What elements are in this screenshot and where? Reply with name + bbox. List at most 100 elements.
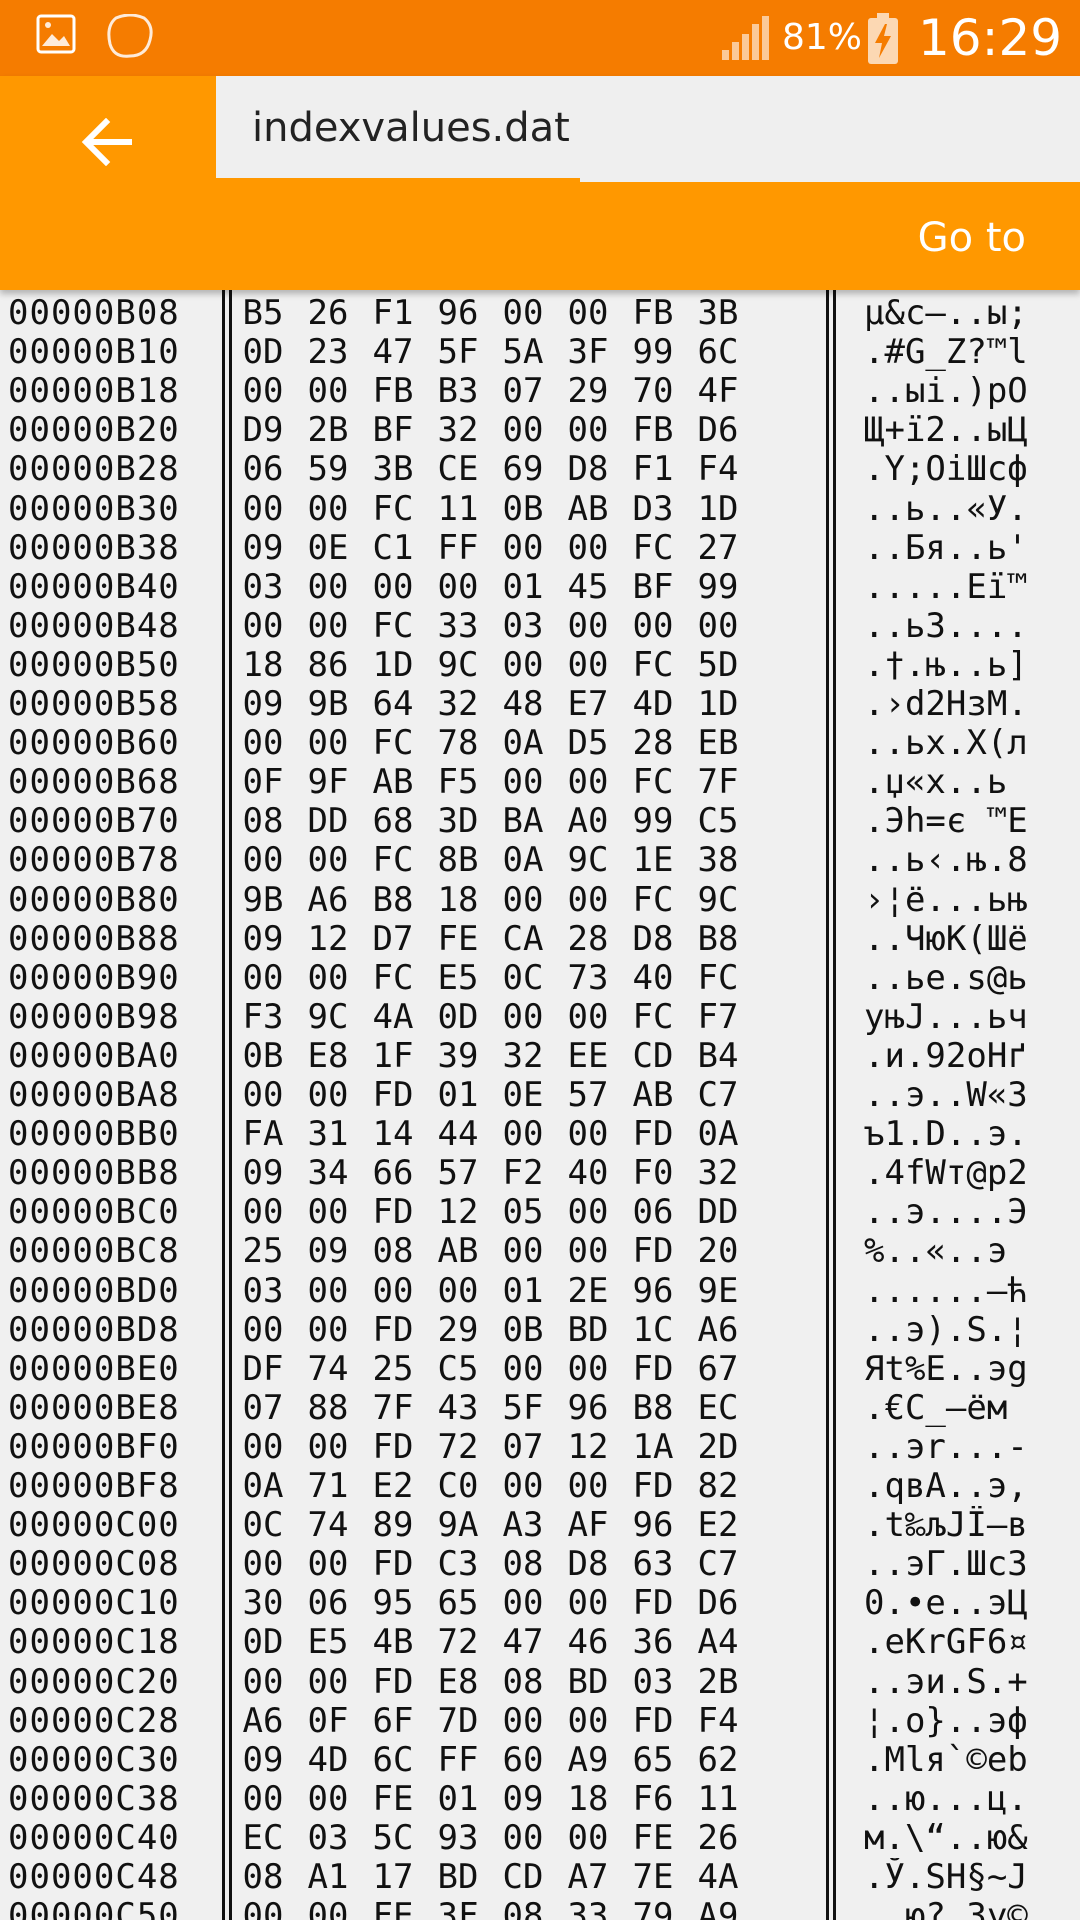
hex-byte[interactable]: 89: [370, 1506, 416, 1545]
hex-byte[interactable]: E2: [695, 1506, 741, 1545]
hex-byte[interactable]: 2B: [695, 1662, 741, 1702]
hex-byte[interactable]: 00: [500, 1467, 546, 1506]
hex-byte[interactable]: 2E: [565, 1271, 611, 1311]
hex-byte[interactable]: FE: [370, 1897, 416, 1920]
hex-byte[interactable]: 32: [435, 411, 481, 450]
hex-byte[interactable]: FC: [630, 645, 676, 685]
hex-byte[interactable]: FC: [370, 841, 416, 880]
hex-byte[interactable]: 31: [305, 1115, 351, 1154]
hex-byte[interactable]: 00: [565, 1349, 611, 1389]
hex-byte[interactable]: FD: [630, 1115, 676, 1154]
hex-byte[interactable]: D6: [695, 1584, 741, 1623]
hex-row[interactable]: 00000C38 00 00 FE 01 09 18 F6 11 ..ю...ц.: [0, 1779, 1080, 1819]
hex-byte[interactable]: 00: [370, 567, 416, 607]
hex-byte[interactable]: D8: [630, 919, 676, 959]
hex-byte[interactable]: 00: [240, 1545, 286, 1584]
hex-byte[interactable]: 73: [565, 958, 611, 998]
hex-byte[interactable]: FC: [630, 528, 676, 568]
hex-byte[interactable]: B8: [630, 1388, 676, 1428]
hex-byte[interactable]: 00: [240, 724, 286, 763]
hex-byte[interactable]: 4D: [305, 1740, 351, 1780]
hex-byte[interactable]: 0B: [500, 489, 546, 529]
hex-byte[interactable]: 03: [630, 1662, 676, 1702]
hex-byte[interactable]: 32: [695, 1154, 741, 1193]
hex-byte[interactable]: FD: [630, 1701, 676, 1741]
hex-byte[interactable]: 26: [695, 1818, 741, 1858]
hex-byte[interactable]: 00: [305, 724, 351, 763]
hex-byte[interactable]: D7: [370, 919, 416, 959]
hex-row[interactable]: 00000C08 00 00 FD C3 08 D8 63 C7 ..эГ.Шс3: [0, 1545, 1080, 1584]
hex-byte[interactable]: 29: [435, 1310, 481, 1350]
hex-byte[interactable]: E8: [305, 1036, 351, 1076]
hex-byte[interactable]: B8: [370, 880, 416, 920]
hex-byte[interactable]: F4: [695, 450, 741, 489]
hex-byte[interactable]: 06: [305, 1584, 351, 1623]
hex-byte[interactable]: A9: [695, 1897, 741, 1920]
hex-byte[interactable]: 96: [630, 1271, 676, 1311]
hex-byte[interactable]: 00: [305, 1193, 351, 1232]
hex-byte[interactable]: 99: [695, 567, 741, 607]
hex-byte[interactable]: 36: [630, 1623, 676, 1662]
hex-byte[interactable]: 9C: [565, 841, 611, 880]
hex-byte[interactable]: 45: [565, 567, 611, 607]
hex-byte[interactable]: BF: [630, 567, 676, 607]
hex-row[interactable]: 00000B48 00 00 FC 33 03 00 00 00 ..ь3....: [0, 606, 1080, 646]
hex-byte[interactable]: 47: [370, 333, 416, 372]
hex-byte[interactable]: 01: [435, 1779, 481, 1819]
hex-byte[interactable]: 00: [500, 1701, 546, 1741]
hex-byte[interactable]: 4B: [370, 1623, 416, 1662]
hex-byte[interactable]: 33: [565, 1897, 611, 1920]
hex-byte[interactable]: D8: [565, 1545, 611, 1584]
hex-byte[interactable]: 00: [630, 606, 676, 646]
hex-byte[interactable]: 69: [500, 450, 546, 489]
hex-byte[interactable]: 00: [565, 528, 611, 568]
hex-byte[interactable]: 08: [370, 1232, 416, 1271]
hex-byte[interactable]: 0D: [435, 997, 481, 1037]
hex-byte[interactable]: 00: [500, 645, 546, 685]
hex-row[interactable]: 00000C20 00 00 FD E8 08 BD 03 2B ..эи.S.+: [0, 1662, 1080, 1702]
hex-byte[interactable]: 09: [240, 528, 286, 568]
hex-byte[interactable]: 1A: [630, 1427, 676, 1467]
hex-byte[interactable]: FD: [370, 1662, 416, 1702]
hex-byte[interactable]: FD: [630, 1467, 676, 1506]
hex-row[interactable]: 00000B68 0F 9F AB F5 00 00 FC 7F .џ«х..ь: [0, 763, 1080, 802]
hex-byte[interactable]: A7: [565, 1858, 611, 1897]
hex-byte[interactable]: FE: [370, 1779, 416, 1819]
hex-byte[interactable]: 00: [240, 606, 286, 646]
hex-byte[interactable]: 34: [305, 1154, 351, 1193]
hex-byte[interactable]: 2D: [695, 1427, 741, 1467]
hex-byte[interactable]: A6: [695, 1310, 741, 1350]
hex-byte[interactable]: 00: [695, 606, 741, 646]
hex-byte[interactable]: C5: [435, 1349, 481, 1389]
hex-row[interactable]: 00000B28 06 59 3B CE 69 D8 F1 F4 .Y;OiШсф: [0, 450, 1080, 489]
hex-byte[interactable]: 88: [305, 1388, 351, 1428]
hex-byte[interactable]: 74: [305, 1506, 351, 1545]
hex-row[interactable]: 00000B38 09 0E C1 FF 00 00 FC 27 ..Бя..ь': [0, 528, 1080, 568]
hex-byte[interactable]: F7: [695, 997, 741, 1037]
hex-byte[interactable]: FC: [630, 763, 676, 802]
hex-byte[interactable]: 08: [500, 1545, 546, 1584]
hex-byte[interactable]: F4: [695, 1701, 741, 1741]
hex-row[interactable]: 00000C28 A6 0F 6F 7D 00 00 FD F4 ¦.o}..эф: [0, 1701, 1080, 1741]
hex-byte[interactable]: A3: [500, 1506, 546, 1545]
hex-byte[interactable]: 1D: [370, 645, 416, 685]
hex-byte[interactable]: C7: [695, 1076, 741, 1115]
hex-byte[interactable]: AB: [565, 489, 611, 529]
hex-byte[interactable]: AB: [630, 1076, 676, 1115]
hex-byte[interactable]: 78: [435, 724, 481, 763]
hex-byte[interactable]: 0B: [240, 1036, 286, 1076]
hex-byte[interactable]: 9B: [240, 880, 286, 920]
hex-byte[interactable]: 00: [500, 528, 546, 568]
hex-byte[interactable]: 08: [500, 1897, 546, 1920]
hex-byte[interactable]: 0A: [240, 1467, 286, 1506]
hex-byte[interactable]: 00: [305, 1427, 351, 1467]
hex-byte[interactable]: 18: [565, 1779, 611, 1819]
hex-byte[interactable]: 29: [565, 372, 611, 411]
hex-byte[interactable]: 57: [565, 1076, 611, 1115]
hex-byte[interactable]: 8B: [435, 841, 481, 880]
hex-byte[interactable]: 00: [565, 1467, 611, 1506]
hex-row[interactable]: 00000B90 00 00 FC E5 0C 73 40 FC ..ьe.s@ь: [0, 958, 1080, 998]
file-name-field[interactable]: indexvalues.dat: [216, 76, 1080, 182]
hex-byte[interactable]: 60: [500, 1740, 546, 1780]
hex-byte[interactable]: 28: [630, 724, 676, 763]
